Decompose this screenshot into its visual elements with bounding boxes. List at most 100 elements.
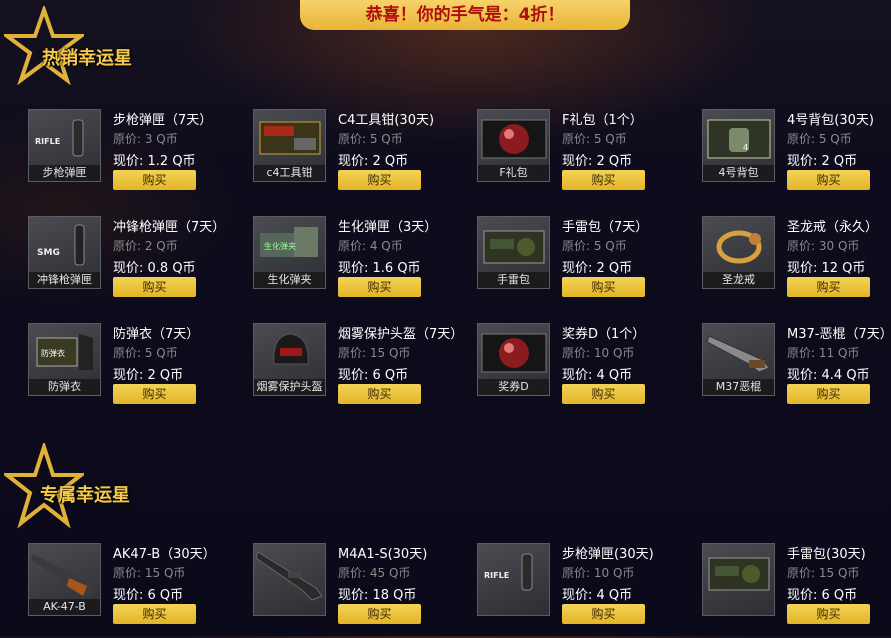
product-card: M4A1-S(30天) 原价: 45 Q币 现价: 18 Q币 购买 bbox=[253, 543, 468, 638]
current-price: 现价: 6 Q币 bbox=[113, 588, 184, 603]
buy-button[interactable]: 购买 bbox=[562, 604, 645, 624]
buy-button[interactable]: 购买 bbox=[787, 604, 870, 624]
product-name: 手雷包（7天） bbox=[562, 220, 649, 235]
svg-text:RIFLE: RIFLE bbox=[35, 137, 60, 146]
product-name: 防弹衣（7天） bbox=[113, 327, 200, 342]
product-card: 手雷包 手雷包（7天） 原价: 5 Q币 现价: 2 Q币 购买 bbox=[477, 216, 692, 311]
buy-button[interactable]: 购买 bbox=[562, 170, 645, 190]
buy-button[interactable]: 购买 bbox=[787, 277, 870, 297]
original-price: 原价: 4 Q币 bbox=[338, 239, 403, 253]
product-thumbnail[interactable]: F礼包 bbox=[477, 109, 550, 182]
current-price: 现价: 4 Q币 bbox=[562, 368, 633, 383]
current-price: 现价: 6 Q币 bbox=[338, 368, 409, 383]
product-thumbnail[interactable]: M37恶棍 bbox=[702, 323, 775, 396]
current-price: 现价: 1.2 Q币 bbox=[113, 154, 196, 169]
buy-button[interactable]: 购买 bbox=[562, 277, 645, 297]
original-price: 原价: 15 Q币 bbox=[338, 346, 411, 360]
product-thumbnail[interactable]: RIFLE 步枪弹匣 bbox=[28, 109, 101, 182]
buy-button[interactable]: 购买 bbox=[338, 277, 421, 297]
product-card: 手雷包(30天) 原价: 15 Q币 现价: 6 Q币 购买 bbox=[702, 543, 891, 638]
product-thumbnail[interactable]: c4工具钳 bbox=[253, 109, 326, 182]
buy-button[interactable]: 购买 bbox=[338, 604, 421, 624]
product-thumbnail[interactable]: RIFLE bbox=[477, 543, 550, 616]
product-thumbnail[interactable]: 烟雾保护头盔 bbox=[253, 323, 326, 396]
product-name: 生化弹匣（3天） bbox=[338, 220, 438, 235]
buy-button[interactable]: 购买 bbox=[113, 277, 196, 297]
product-thumbnail[interactable]: 奖券D bbox=[477, 323, 550, 396]
current-price: 现价: 4.4 Q币 bbox=[787, 368, 870, 383]
original-price: 原价: 5 Q币 bbox=[562, 132, 627, 146]
product-card: 奖券D 奖券D（1个） 原价: 10 Q币 现价: 4 Q币 购买 bbox=[477, 323, 692, 418]
product-thumbnail[interactable]: 生化弹夹 生化弹夹 bbox=[253, 216, 326, 289]
current-price: 现价: 12 Q币 bbox=[787, 261, 866, 276]
product-name: 4号背包(30天) bbox=[787, 113, 874, 128]
product-card: 圣龙戒 圣龙戒（永久） 原价: 30 Q币 现价: 12 Q币 购买 bbox=[702, 216, 891, 311]
original-price: 原价: 5 Q币 bbox=[787, 132, 852, 146]
product-card: RIFLE 步枪弹匣 步枪弹匣（7天） 原价: 3 Q币现价: 1.2 Q币 购买 bbox=[28, 109, 243, 204]
thumbnail-caption: 圣龙戒 bbox=[703, 272, 774, 288]
product-card: RIFLE 步枪弹匣(30天) 原价: 10 Q币 现价: 4 Q币 购买 bbox=[477, 543, 692, 638]
product-card: 4 4号背包 4号背包(30天) 原价: 5 Q币 现价: 2 Q币 购买 bbox=[702, 109, 891, 204]
original-price: 原价: 5 Q币 bbox=[113, 346, 178, 360]
product-card: c4工具钳 C4工具钳(30天) 原价: 5 Q币 现价: 2 Q币 购买 bbox=[253, 109, 468, 204]
product-thumbnail[interactable]: 防弹衣 防弹衣 bbox=[28, 323, 101, 396]
product-thumbnail[interactable]: 圣龙戒 bbox=[702, 216, 775, 289]
current-price: 现价: 2 Q币 bbox=[338, 154, 409, 169]
product-card: AK-47-B AK47-B（30天） 原价: 15 Q币 现价: 6 Q币 购买 bbox=[28, 543, 243, 638]
buy-button[interactable]: 购买 bbox=[338, 170, 421, 190]
original-price: 原价: 30 Q币 bbox=[787, 239, 860, 253]
buy-button[interactable]: 购买 bbox=[338, 384, 421, 404]
original-price: 原价: 5 Q币 bbox=[562, 239, 627, 253]
product-thumbnail[interactable] bbox=[253, 543, 326, 616]
original-price: 原价: 3 Q币 bbox=[113, 132, 178, 146]
product-thumbnail[interactable] bbox=[702, 543, 775, 616]
product-name: 烟雾保护头盔（7天） bbox=[338, 327, 464, 342]
product-name: 圣龙戒（永久） bbox=[787, 220, 879, 235]
original-price: 原价: 11 Q币 bbox=[787, 346, 860, 360]
product-thumbnail[interactable]: SMG 冲锋枪弹匣 bbox=[28, 216, 101, 289]
original-price: 原价: 15 Q币 bbox=[787, 566, 860, 580]
product-name: 步枪弹匣(30天) bbox=[562, 547, 654, 562]
buy-button[interactable]: 购买 bbox=[562, 384, 645, 404]
current-price: 现价: 2 Q币 bbox=[787, 154, 858, 169]
product-name: 步枪弹匣（7天） bbox=[113, 113, 213, 128]
buy-button[interactable]: 购买 bbox=[787, 384, 870, 404]
product-card: M37恶棍 M37-恶棍（7天） 原价: 11 Q币 现价: 4.4 Q币 购买 bbox=[702, 323, 891, 418]
thumbnail-caption: c4工具钳 bbox=[254, 165, 325, 181]
current-price: 现价: 4 Q币 bbox=[562, 588, 633, 603]
section-title: 专属幸运星 bbox=[40, 485, 130, 506]
svg-text:防弹衣: 防弹衣 bbox=[41, 348, 65, 358]
product-thumbnail[interactable]: 4 4号背包 bbox=[702, 109, 775, 182]
original-price: 原价: 15 Q币 bbox=[113, 566, 186, 580]
thumbnail-caption: 烟雾保护头盔 bbox=[254, 379, 325, 395]
buy-button[interactable]: 购买 bbox=[787, 170, 870, 190]
current-price: 现价: 0.8 Q币 bbox=[113, 261, 196, 276]
current-price: 现价: 6 Q币 bbox=[787, 588, 858, 603]
thumbnail-caption: M37恶棍 bbox=[703, 379, 774, 395]
product-name: C4工具钳(30天) bbox=[338, 113, 435, 128]
thumbnail-caption: 防弹衣 bbox=[29, 379, 100, 395]
product-name: 奖券D（1个） bbox=[562, 327, 646, 342]
buy-button[interactable]: 购买 bbox=[113, 170, 196, 190]
current-price: 现价: 1.6 Q币 bbox=[338, 261, 421, 276]
product-thumbnail[interactable]: AK-47-B bbox=[28, 543, 101, 616]
thumbnail-caption: 生化弹夹 bbox=[254, 272, 325, 288]
svg-text:SMG: SMG bbox=[37, 248, 60, 258]
product-name: 冲锋枪弹匣（7天） bbox=[113, 220, 226, 235]
section-title: 热销幸运星 bbox=[42, 48, 132, 69]
thumbnail-caption: 手雷包 bbox=[478, 272, 549, 288]
original-price: 原价: 2 Q币 bbox=[113, 239, 178, 253]
thumbnail-caption: F礼包 bbox=[478, 165, 549, 181]
current-price: 现价: 2 Q币 bbox=[113, 368, 184, 383]
product-thumbnail[interactable]: 手雷包 bbox=[477, 216, 550, 289]
buy-button[interactable]: 购买 bbox=[113, 604, 196, 624]
section-header-exclusive: 专属幸运星 bbox=[4, 443, 164, 533]
original-price: 原价: 10 Q币 bbox=[562, 346, 635, 360]
section-header-hot: 热销幸运星 bbox=[4, 6, 164, 86]
current-price: 现价: 2 Q币 bbox=[562, 154, 633, 169]
svg-text:生化弹夹: 生化弹夹 bbox=[264, 241, 296, 251]
original-price: 原价: 10 Q币 bbox=[562, 566, 635, 580]
buy-button[interactable]: 购买 bbox=[113, 384, 196, 404]
current-price: 现价: 2 Q币 bbox=[562, 261, 633, 276]
thumbnail-caption: AK-47-B bbox=[29, 599, 100, 615]
